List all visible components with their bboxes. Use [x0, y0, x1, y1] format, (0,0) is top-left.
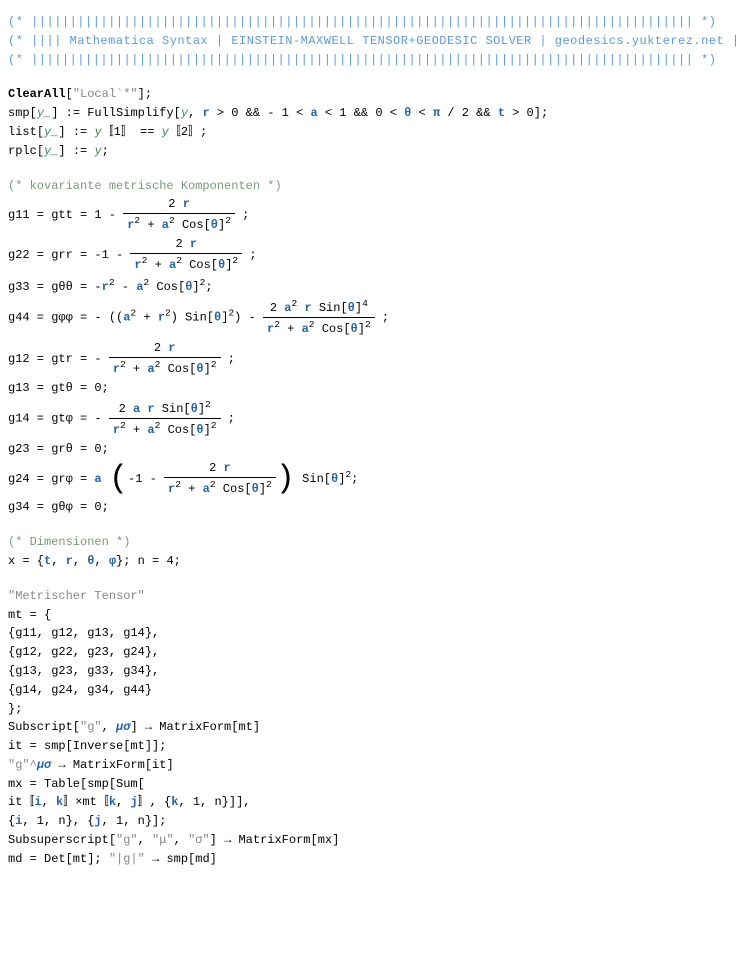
section-metric: (* kovariante metrische Komponenten *)	[8, 178, 734, 195]
eq-g34: g34 = gθφ = 0;	[8, 499, 734, 516]
eq-g24: g24 = grφ = a (-1 - 2 r r2 + a2 Cos[θ]2 …	[8, 460, 734, 498]
mt-6: };	[8, 701, 734, 718]
mt-4: {g13, g23, g33, g34},	[8, 663, 734, 680]
eq-g23: g23 = grθ = 0;	[8, 441, 734, 458]
code-mx1: mx = Table[smp[Sum[	[8, 776, 734, 793]
mt-1: mt = {	[8, 607, 734, 624]
mt-5: {g14, g24, g34, g44}	[8, 682, 734, 699]
code-rplc: rplc[y_] := y;	[8, 143, 734, 160]
mt-3: {g12, g22, g23, g24},	[8, 644, 734, 661]
code-mx2: it〚i, k〛×mt〚k, j〛, {k, 1, n}]],	[8, 794, 734, 811]
code-list: list[y_] := y〚1〛 == y〚2〛;	[8, 124, 734, 141]
banner-line-1: (* |||||||||||||||||||||||||||||||||||||…	[8, 14, 734, 31]
code-it: it = smp[Inverse[mt]];	[8, 738, 734, 755]
code-md: md = Det[mt]; "|g|" → smp[md]	[8, 851, 734, 868]
banner-line-3: (* |||||||||||||||||||||||||||||||||||||…	[8, 52, 734, 69]
eq-g14: g14 = gtφ = - 2 a r Sin[θ]2 r2 + a2 Cos[…	[8, 398, 734, 439]
eq-g12: g12 = gtr = - 2 r r2 + a2 Cos[θ]2 ;	[8, 340, 734, 378]
code-subsup: Subsuperscript["g", "μ", "σ"] → MatrixFo…	[8, 832, 734, 849]
code-dims: x = {t, r, θ, φ}; n = 4;	[8, 553, 734, 570]
section-dims: (* Dimensionen *)	[8, 534, 734, 551]
code-subscript: Subscript["g", μσ] → MatrixForm[mt]	[8, 719, 734, 736]
code-clearall: ClearAll["Local`*"];	[8, 86, 734, 103]
eq-g33: g33 = gθθ = -r2 - a2 Cos[θ]2;	[8, 276, 734, 296]
code-gup: "g"^μσ → MatrixForm[it]	[8, 757, 734, 774]
mt-2: {g11, g12, g13, g14},	[8, 625, 734, 642]
code-smp: smp[y_] := FullSimplify[y, r > 0 && - 1 …	[8, 105, 734, 122]
eq-g44: g44 = gφφ = - ((a2 + r2) Sin[θ]2) - 2 a2…	[8, 297, 734, 338]
eq-g22: g22 = grr = -1 - 2 r r2 + a2 Cos[θ]2 ;	[8, 236, 734, 274]
code-mx3: {i, 1, n}, {j, 1, n}];	[8, 813, 734, 830]
eq-g13: g13 = gtθ = 0;	[8, 380, 734, 397]
heading-tensor: "Metrischer Tensor"	[8, 588, 734, 605]
banner-line-2: (* |||| Mathematica Syntax | EINSTEIN-MA…	[8, 33, 734, 50]
eq-g11: g11 = gtt = 1 - 2 r r2 + a2 Cos[θ]2 ;	[8, 196, 734, 234]
